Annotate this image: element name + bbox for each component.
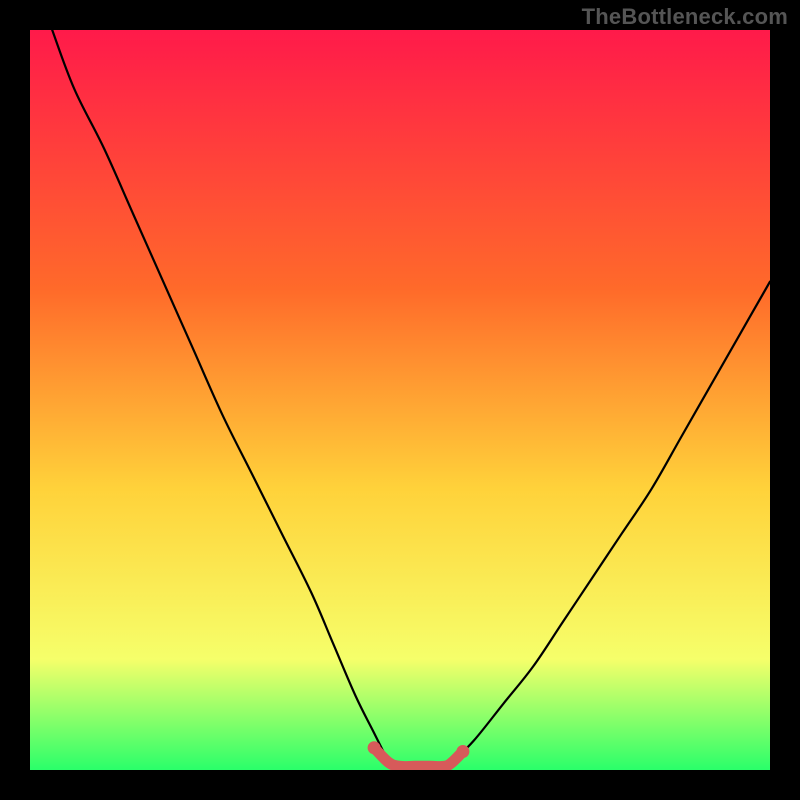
- chart-svg: [30, 30, 770, 770]
- watermark-text: TheBottleneck.com: [582, 4, 788, 30]
- chart-frame: TheBottleneck.com: [0, 0, 800, 800]
- gradient-bg: [30, 30, 770, 770]
- optimal-range-start-dot: [368, 741, 381, 754]
- plot-area: [30, 30, 770, 770]
- optimal-range-end-dot: [456, 745, 469, 758]
